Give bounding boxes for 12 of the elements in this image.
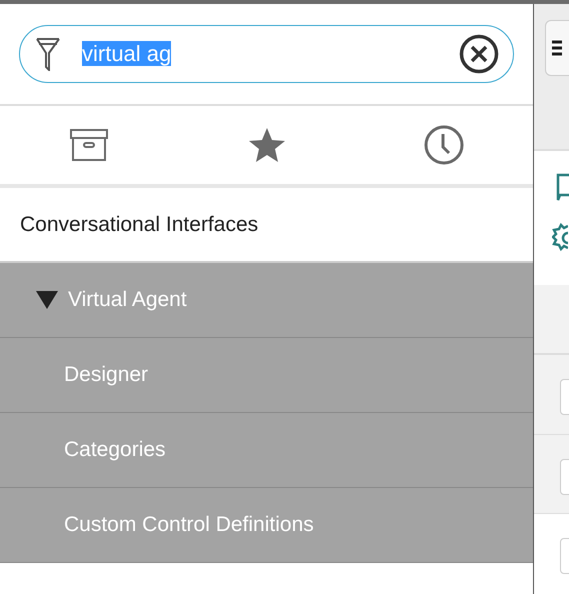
menu-icon <box>552 39 562 57</box>
archive-icon <box>70 129 108 161</box>
expanded-triangle-icon <box>36 290 58 310</box>
filter-icon <box>36 37 60 71</box>
star-icon <box>248 127 286 163</box>
menu-item[interactable]: Virtual Agent <box>0 263 533 338</box>
clear-icon[interactable] <box>459 34 499 74</box>
menu-item[interactable]: Categories <box>0 413 533 488</box>
menu-item[interactable]: Designer <box>0 338 533 413</box>
search-field[interactable]: virtual ag <box>19 25 514 83</box>
menu-item[interactable]: Custom Control Definitions <box>0 488 533 563</box>
clock-icon <box>424 125 464 165</box>
